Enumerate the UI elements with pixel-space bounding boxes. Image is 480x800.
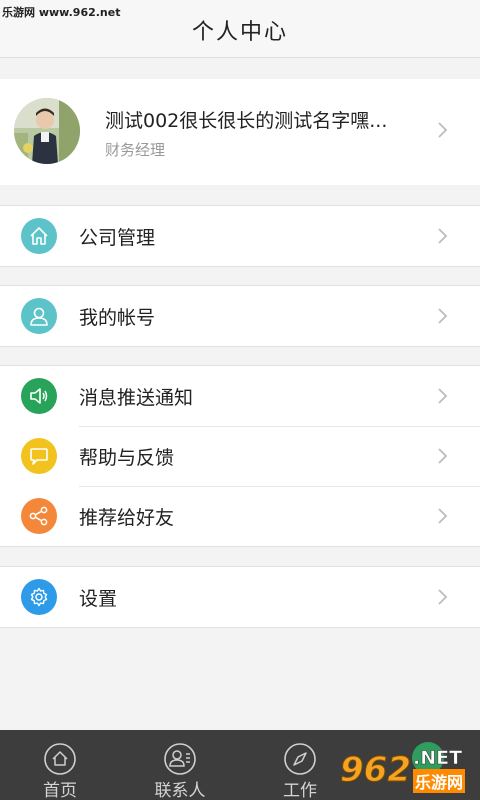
page-title: 个人中心 (191, 19, 288, 45)
home-icon (21, 218, 57, 254)
compass-icon (284, 743, 316, 775)
menu-group-account: 我的帐号 (0, 285, 480, 347)
chevron-right-icon (438, 589, 448, 605)
avatar (14, 98, 80, 164)
menu-item-label: 设置 (79, 588, 118, 610)
gear-icon (21, 579, 57, 615)
tab-label: 联系人 (154, 781, 206, 800)
menu-item-recommend-friends[interactable]: 推荐给好友 (0, 486, 480, 546)
home-icon (44, 743, 76, 775)
share-icon (21, 498, 57, 534)
profile-role: 财务经理 (105, 141, 166, 159)
watermark-site-text: 乐游网 www.962.net (2, 6, 121, 19)
tab-label: 首页 (43, 781, 77, 800)
chevron-right-icon (438, 388, 448, 404)
chevron-right-icon (438, 308, 448, 324)
contacts-icon (164, 743, 196, 775)
menu-group-settings: 设置 (0, 566, 480, 628)
menu-item-help-feedback[interactable]: 帮助与反馈 (0, 426, 480, 486)
tab-home[interactable]: 首页 (0, 730, 120, 800)
chevron-right-icon (438, 122, 448, 138)
menu-item-label: 推荐给好友 (79, 507, 175, 529)
chevron-right-icon (438, 448, 448, 464)
watermark-logo: 962 .NET 乐游网 (340, 740, 480, 800)
speaker-icon (21, 378, 57, 414)
profile-card[interactable]: 测试002很长很长的测试名字嘿... 财务经理 (0, 79, 480, 185)
profile-name: 测试002很长很长的测试名字嘿... (105, 110, 388, 132)
user-icon (21, 298, 57, 334)
menu-group-company: 公司管理 (0, 205, 480, 267)
menu-item-label: 我的帐号 (79, 307, 156, 329)
menu-group-misc: 消息推送通知 帮助与反馈 推荐给好友 (0, 365, 480, 547)
watermark-logo-cn: 乐游网 (412, 769, 465, 793)
menu-item-company[interactable]: 公司管理 (0, 206, 480, 266)
chevron-right-icon (438, 228, 448, 244)
menu-item-push-notifications[interactable]: 消息推送通知 (0, 366, 480, 426)
menu-item-account[interactable]: 我的帐号 (0, 286, 480, 346)
menu-item-settings[interactable]: 设置 (0, 567, 480, 627)
watermark-logo-net: .NET (412, 747, 463, 770)
chat-bubble-icon (21, 438, 57, 474)
menu-item-label: 消息推送通知 (79, 387, 194, 409)
chevron-right-icon (438, 508, 448, 524)
menu-item-label: 帮助与反馈 (79, 447, 175, 469)
tab-contacts[interactable]: 联系人 (120, 730, 240, 800)
menu-item-label: 公司管理 (79, 227, 156, 249)
watermark-logo-number: 962 (340, 750, 412, 791)
